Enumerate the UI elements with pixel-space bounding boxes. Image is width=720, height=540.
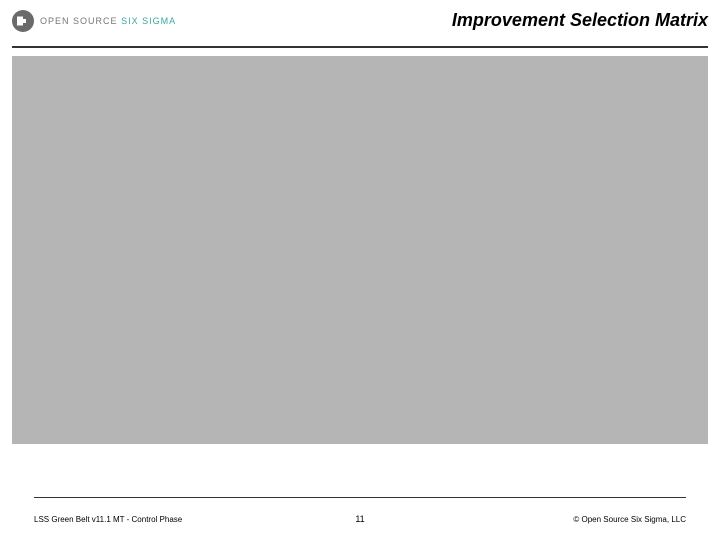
header-divider bbox=[12, 46, 708, 48]
brand-word-sigma: SIGMA bbox=[142, 16, 176, 26]
content-placeholder bbox=[12, 56, 708, 444]
slide: OPEN SOURCE SIX SIGMA Improvement Select… bbox=[0, 0, 720, 540]
footer-copyright: © Open Source Six Sigma, LLC bbox=[573, 515, 686, 524]
brand-word-open: OPEN bbox=[40, 16, 70, 26]
footer-course-label: LSS Green Belt v11.1 MT - Control Phase bbox=[34, 515, 182, 524]
brand-text: OPEN SOURCE SIX SIGMA bbox=[40, 16, 176, 26]
logo-icon bbox=[12, 10, 34, 32]
brand-word-six: SIX bbox=[121, 16, 139, 26]
page-title: Improvement Selection Matrix bbox=[452, 10, 708, 31]
footer-divider bbox=[34, 497, 686, 498]
header: OPEN SOURCE SIX SIGMA Improvement Select… bbox=[12, 8, 708, 38]
brand-word-source: SOURCE bbox=[73, 16, 118, 26]
brand-logo: OPEN SOURCE SIX SIGMA bbox=[12, 10, 176, 32]
page-number: 11 bbox=[355, 514, 364, 524]
